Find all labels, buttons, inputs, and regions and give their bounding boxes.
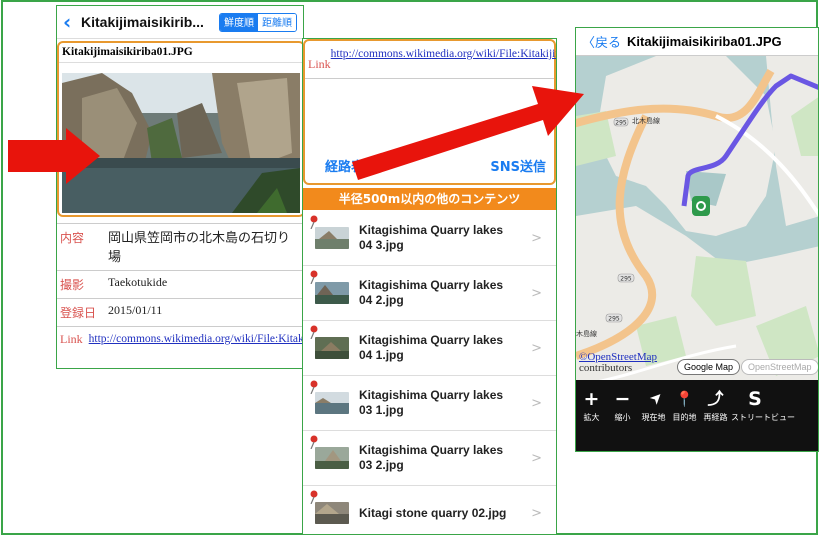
map-toolbar: + 拡大 − 縮小 ➤ 現在地 📍 目的地 ⤴ 再経路 S ストリートビュー: [576, 380, 818, 451]
route-295-label-b: 295: [620, 276, 632, 283]
sort-distance-option[interactable]: 距離順: [258, 13, 296, 31]
attribution-text: contributors: [579, 362, 633, 374]
list-item[interactable]: Kitagishima Quarry lakes 04 3.jpg >: [303, 211, 556, 266]
thumbnail-image: [315, 227, 349, 249]
red-arrow-icon: [8, 128, 100, 184]
info-table: 内容 岡山県笠岡市の北木島の石切り場 撮影 Taekotukide 登録日 20…: [57, 223, 303, 352]
toolbar-label: 拡大: [583, 413, 600, 422]
sort-segmented-control[interactable]: 鮮度順 距離順: [219, 12, 297, 32]
plus-icon: +: [583, 388, 600, 410]
info-key: 内容: [60, 231, 85, 245]
nav-bar: 〈戻る Kitakijimaisikiriba01.JPG: [576, 28, 818, 56]
list-item-label: Kitagishima Quarry lakes 03 1.jpg: [359, 388, 504, 417]
thumbnail-image: [315, 447, 349, 469]
info-row-date: 登録日 2015/01/11: [57, 298, 303, 326]
info-row-content: 内容 岡山県笠岡市の北木島の石切り場: [57, 223, 303, 270]
nav-bar: ‹ Kitakijimaisikirib... 鮮度順 距離順: [57, 6, 303, 39]
list-item-label: Kitagishima Quarry lakes 04 2.jpg: [359, 278, 504, 307]
route-295-label: 295: [615, 120, 627, 127]
info-key: 撮影: [60, 278, 85, 292]
list-item[interactable]: Kitagishima Quarry lakes 04 1.jpg >: [303, 321, 556, 376]
list-item[interactable]: Kitagishima Quarry lakes 04 2.jpg >: [303, 266, 556, 321]
road-name-label: 北木島線: [632, 116, 660, 125]
pin-icon: [310, 215, 318, 229]
detail-screen: ‹ Kitakijimaisikirib... 鮮度順 距離順 Kitakiji…: [56, 5, 304, 369]
list-item[interactable]: Kitagishima Quarry lakes 03 2.jpg >: [303, 431, 556, 486]
chevron-right-icon: >: [531, 396, 542, 411]
back-chevron-icon[interactable]: ‹: [63, 10, 81, 34]
openstreetmap-button[interactable]: OpenStreetMap: [741, 359, 818, 375]
info-row-photographer: 撮影 Taekotukide: [57, 270, 303, 298]
toolbar-label: ストリートビュー: [731, 413, 795, 422]
info-key: Link: [60, 332, 83, 346]
street-view-button[interactable]: S ストリートビュー: [731, 380, 795, 451]
pin-icon: [310, 490, 318, 504]
pin-icon: [310, 325, 318, 339]
map-attribution: ©OpenStreetMap contributors: [579, 352, 657, 374]
list-item-label: Kitagishima Quarry lakes 04 3.jpg: [359, 223, 504, 252]
nearby-list: Kitagishima Quarry lakes 04 3.jpg > Kita…: [303, 211, 556, 534]
thumbnail-image: [315, 502, 349, 524]
pin-icon: [310, 270, 318, 284]
thumbnail-image: [315, 392, 349, 414]
pin-icon: [310, 435, 318, 449]
zoom-in-button[interactable]: + 拡大: [576, 380, 607, 451]
link-key: Link: [308, 57, 331, 71]
list-item[interactable]: Kitagishima Quarry lakes 03 1.jpg >: [303, 376, 556, 431]
info-value: Taekotukide: [108, 275, 168, 289]
list-item-label: Kitagishima Quarry lakes 03 2.jpg: [359, 443, 504, 472]
nav-title: Kitakijimaisikirib...: [81, 14, 204, 30]
zoom-out-button[interactable]: − 縮小: [607, 380, 638, 451]
red-arrow-icon: [352, 86, 584, 180]
toolbar-label: 縮小: [614, 413, 631, 422]
back-chevron-icon: 〈: [582, 36, 596, 51]
toolbar-label: 目的地: [672, 413, 697, 422]
list-item[interactable]: Kitagi stone quarry 02.jpg >: [303, 486, 556, 534]
file-name: Kitakijimaisikiriba01.JPG: [59, 43, 303, 63]
thumbnail-image: [315, 282, 349, 304]
google-map-button[interactable]: Google Map: [677, 359, 741, 375]
info-key: 登録日: [60, 306, 97, 320]
pin-icon: [310, 380, 318, 394]
thumbnail-image: [315, 337, 349, 359]
street-view-icon: S: [748, 388, 762, 410]
road-left-label: 木島線: [576, 329, 597, 338]
info-value: 2015/01/11: [108, 303, 163, 317]
info-value: 岡山県笠岡市の北木島の石切り場: [108, 230, 291, 264]
chevron-right-icon: >: [531, 451, 542, 466]
info-row-link: Link http://commons.wikimedia.org/wiki/F…: [57, 326, 303, 352]
list-item-label: Kitagishima Quarry lakes 04 1.jpg: [359, 333, 504, 362]
back-button[interactable]: 〈戻る: [582, 32, 621, 51]
destination-marker-icon[interactable]: [692, 196, 710, 216]
toolbar-label: 再経路: [703, 413, 728, 422]
reroute-icon: ⤴: [707, 389, 724, 408]
chevron-right-icon: >: [531, 506, 542, 521]
source-link[interactable]: http://commons.wikimedia.org/wiki/File:K…: [89, 333, 303, 345]
map-screen: 〈戻る Kitakijimaisikiriba01.JPG 295 北木島線 2…: [575, 27, 819, 452]
current-location-button[interactable]: ➤ 現在地: [638, 380, 669, 451]
reroute-button[interactable]: ⤴ 再経路: [700, 380, 731, 451]
link-value[interactable]: http://commons.wikimedia.org/wiki/File:K…: [331, 47, 556, 72]
route-295-label-c: 295: [608, 316, 620, 323]
nav-title: Kitakijimaisikiriba01.JPG: [627, 34, 782, 49]
list-item-label: Kitagi stone quarry 02.jpg: [359, 505, 507, 520]
back-label: 戻る: [595, 36, 622, 51]
chevron-right-icon: >: [531, 286, 542, 301]
chevron-right-icon: >: [531, 231, 542, 246]
sort-freshness-option[interactable]: 鮮度順: [220, 13, 258, 31]
chevron-right-icon: >: [531, 341, 542, 356]
destination-button[interactable]: 📍 目的地: [669, 380, 700, 451]
